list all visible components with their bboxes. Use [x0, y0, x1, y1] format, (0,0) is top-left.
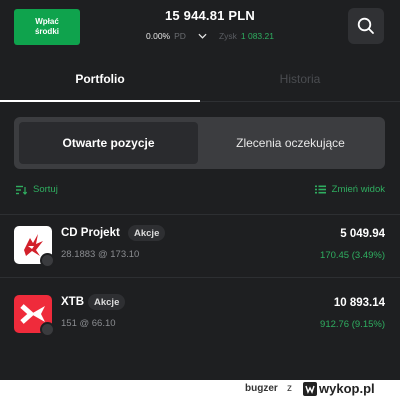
- list-divider: [0, 277, 400, 278]
- tab-portfolio[interactable]: Portfolio: [0, 72, 200, 86]
- position-row-cd-projekt[interactable]: CD Projekt Akcje 28.1883 @ 173.10 5 049.…: [0, 216, 400, 278]
- list-tools: Sortuj Zmień widok: [0, 182, 400, 202]
- pd-label: PD: [174, 31, 186, 41]
- daily-percent: 0.00%: [146, 31, 171, 41]
- change-view-label: Zmień widok: [331, 184, 385, 195]
- watermark-bar: bugzer z wykop.pl: [0, 380, 400, 400]
- position-quantity: 151 @ 66.10: [61, 318, 116, 329]
- asset-class-badge: Akcje: [88, 294, 126, 310]
- tab-bar: Portfolio Historia: [0, 60, 400, 102]
- wykop-logo-icon: [303, 381, 317, 396]
- instrument-name: CD Projekt: [61, 227, 120, 239]
- account-balance: 15 944.81 PLN: [164, 8, 256, 23]
- profit-label: Zysk: [218, 31, 237, 41]
- chevron-down-icon[interactable]: [198, 33, 207, 39]
- wykop-site-name: wykop.pl: [319, 381, 375, 396]
- app-screen: Wpłać środki 15 944.81 PLN 0.00% PD Zysk…: [0, 0, 400, 380]
- open-positions-toggle[interactable]: Otwarte pozycje: [19, 122, 198, 164]
- list-view-icon: [314, 185, 326, 194]
- uploader-separator: z: [287, 383, 292, 394]
- market-status-dot: [40, 322, 55, 337]
- sort-label: Sortuj: [33, 184, 58, 195]
- position-pnl: 912.76 (9.15%): [320, 319, 385, 330]
- search-icon: [357, 17, 374, 34]
- deposit-button[interactable]: Wpłać środki: [14, 9, 80, 45]
- position-row-xtb[interactable]: XTB Akcje 151 @ 66.10 10 893.14 912.76 (…: [0, 285, 400, 347]
- change-view-button[interactable]: Zmień widok: [314, 184, 385, 195]
- sort-button[interactable]: Sortuj: [16, 184, 58, 195]
- position-type-switch: Otwarte pozycje Zlecenia oczekujące: [14, 117, 385, 169]
- search-button[interactable]: [348, 8, 384, 44]
- pending-orders-toggle[interactable]: Zlecenia oczekujące: [201, 122, 380, 164]
- active-tab-indicator: [0, 100, 200, 102]
- profit-value: 1 083.21: [240, 31, 274, 41]
- tab-divider: [200, 101, 400, 102]
- wykop-watermark: wykop.pl: [303, 381, 375, 396]
- position-quantity: 28.1883 @ 173.10: [61, 249, 140, 260]
- position-value: 5 049.94: [340, 228, 385, 240]
- balance-summary[interactable]: 15 944.81 PLN 0.00% PD Zysk 1 083.21: [100, 8, 320, 41]
- list-divider-top: [0, 214, 400, 215]
- tab-historia[interactable]: Historia: [200, 72, 400, 86]
- top-bar: Wpłać środki 15 944.81 PLN 0.00% PD Zysk…: [0, 0, 400, 60]
- balance-metrics: 0.00% PD Zysk 1 083.21: [100, 31, 320, 41]
- sort-icon: [16, 185, 27, 195]
- position-pnl: 170.45 (3.49%): [320, 250, 385, 261]
- uploader-name: bugzer: [245, 383, 278, 394]
- asset-class-badge: Akcje: [128, 225, 166, 241]
- instrument-name: XTB: [61, 296, 84, 308]
- market-status-dot: [40, 253, 55, 268]
- position-value: 10 893.14: [333, 297, 385, 309]
